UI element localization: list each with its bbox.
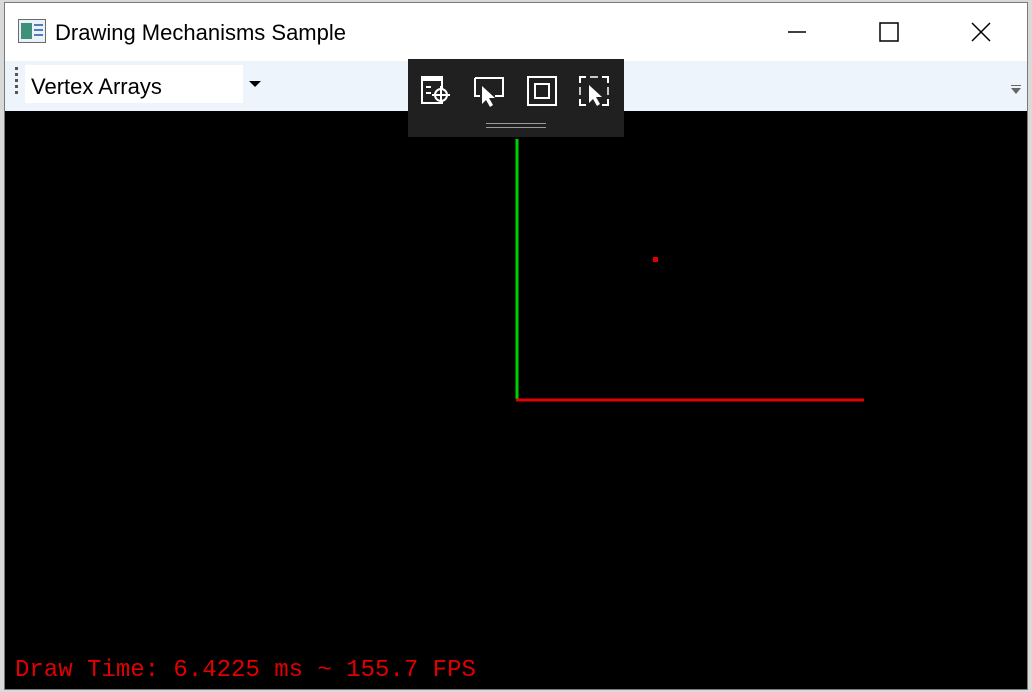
app-window-icon[interactable] [18, 19, 46, 43]
red-point [653, 257, 658, 262]
maximize-button[interactable] [843, 3, 935, 61]
chevron-down-icon[interactable] [243, 65, 267, 103]
pointer-button[interactable] [471, 73, 507, 109]
close-icon [971, 22, 991, 42]
select-element-icon [421, 76, 450, 104]
debug-toolbar-collapse-handle[interactable] [486, 123, 546, 128]
element-bounds-icon [527, 76, 557, 106]
mechanism-select[interactable]: Vertex Arrays [25, 65, 267, 103]
window-title: Drawing Mechanisms Sample [55, 20, 346, 45]
debug-toolbar [408, 59, 624, 137]
toolbar-grip[interactable] [15, 67, 18, 97]
minimize-button[interactable] [751, 3, 843, 61]
track-focus-icon [579, 76, 609, 106]
scene-svg [515, 139, 864, 402]
select-element-button[interactable] [418, 73, 454, 109]
minimize-icon [788, 31, 806, 33]
element-bounds-button[interactable] [524, 73, 560, 109]
maximize-icon [879, 22, 899, 42]
mechanism-select-value: Vertex Arrays [31, 74, 162, 99]
draw-time-status: Draw Time: 6.4225 ms ~ 155.7 FPS [15, 657, 476, 684]
title-bar[interactable]: Drawing Mechanisms Sample [5, 3, 1027, 61]
track-focus-button[interactable] [576, 73, 612, 109]
toolbar-overflow-icon[interactable] [1009, 85, 1023, 101]
close-button[interactable] [935, 3, 1027, 61]
render-canvas[interactable]: Draw Time: 6.4225 ms ~ 155.7 FPS [5, 111, 1027, 689]
pointer-icon [474, 77, 504, 107]
